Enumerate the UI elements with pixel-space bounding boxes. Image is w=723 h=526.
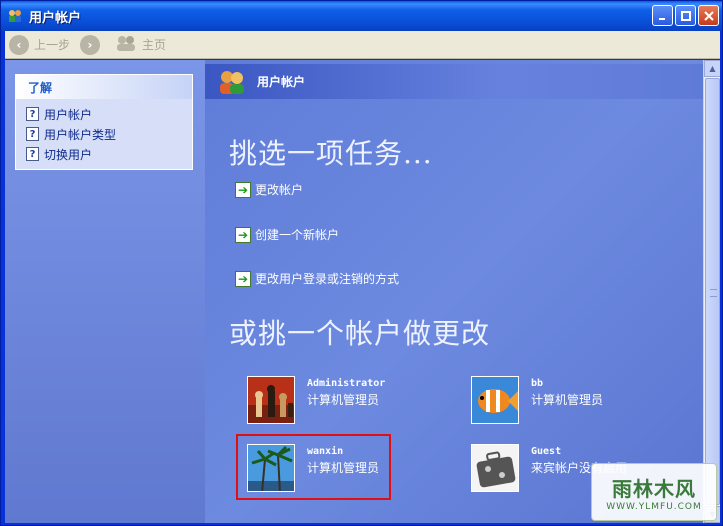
task-label: 更改用户登录或注销的方式 [255,272,400,286]
forward-arrow-icon: › [80,34,101,55]
sidebar-item-label: 用户帐户 [44,107,93,122]
pick-account-heading: 或挑一个帐户做更改 [229,317,491,350]
green-arrow-icon: ➔ [235,226,251,243]
help-icon: ? [26,127,39,141]
help-icon: ? [26,107,39,121]
learn-about-title: 了解 [16,75,192,99]
account-name: bb [531,378,544,389]
content-area: 了解 ? 用户帐户 ? 用户帐户类型 ? 切换用户 用户帐户 挑选一项任务...… [5,60,720,523]
sidebar-item-label: 切换用户 [44,147,93,162]
green-arrow-icon: ➔ [235,270,251,287]
close-icon [703,10,714,21]
sidebar-item-account-types[interactable]: ? 用户帐户类型 [26,124,182,144]
watermark-main-text: 雨林木风 [612,476,696,501]
user-accounts-icon [7,8,23,24]
back-button[interactable]: ‹ 上一步 [9,34,71,55]
user-accounts-window: 用户帐户 ‹ 上一步 › 主页 了解 ? 用户帐户 ? 用户帐户类型 ? 切换用… [0,0,723,526]
home-icon [115,34,137,55]
left-task-pane: 了解 ? 用户帐户 ? 用户帐户类型 ? 切换用户 [5,60,205,523]
task-label: 创建一个新帐户 [255,228,340,242]
grip-icon [710,289,717,297]
account-administrator[interactable]: Administrator 计算机管理员 [247,376,385,424]
selection-highlight [236,434,391,500]
navigation-toolbar: ‹ 上一步 › 主页 [5,31,720,59]
account-name: Guest [531,446,562,457]
task-change-logon[interactable]: ➔ 更改用户登录或注销的方式 [235,270,399,287]
scroll-up-button[interactable]: ▲ [704,60,720,77]
account-role: 计算机管理员 [307,393,380,407]
back-arrow-icon: ‹ [9,34,29,55]
task-label: 更改帐户 [255,183,304,197]
home-label: 主页 [142,38,167,52]
sidebar-item-label: 用户帐户类型 [44,127,117,142]
watermark-url: WWW.YLMFU.COM [606,501,702,512]
home-button[interactable]: 主页 [115,34,166,55]
account-role: 计算机管理员 [531,393,604,407]
close-button[interactable] [698,5,719,26]
learn-about-box: 了解 ? 用户帐户 ? 用户帐户类型 ? 切换用户 [15,74,193,170]
back-label: 上一步 [34,38,71,52]
suitcase-picture [471,444,519,492]
fish-picture [471,376,519,424]
user-accounts-icon [217,69,247,95]
sidebar-item-user-accounts[interactable]: ? 用户帐户 [26,104,182,124]
title-bar[interactable]: 用户帐户 [1,1,722,31]
task-create-account[interactable]: ➔ 创建一个新帐户 [235,226,339,243]
minimize-icon [658,17,665,20]
minimize-button[interactable] [652,5,673,26]
maximize-button[interactable] [675,5,696,26]
window-controls [652,5,719,26]
vertical-scrollbar[interactable]: ▲ ▼ [703,60,720,523]
page-header: 用户帐户 [205,64,703,99]
task-change-account[interactable]: ➔ 更改帐户 [235,181,303,198]
account-bb[interactable]: bb 计算机管理员 [471,376,603,424]
forward-button[interactable]: › [80,34,105,55]
page-title: 用户帐户 [257,75,306,89]
scroll-thumb[interactable] [705,78,720,505]
sidebar-item-switch-user[interactable]: ? 切换用户 [26,144,182,164]
chess-picture [247,376,295,424]
window-title: 用户帐户 [29,10,82,26]
maximize-icon [680,10,691,21]
pick-task-heading: 挑选一项任务... [229,137,433,170]
watermark-logo: 雨林木风 WWW.YLMFU.COM [591,463,717,521]
account-name: Administrator [307,378,386,389]
main-pane: 用户帐户 挑选一项任务... ➔ 更改帐户 ➔ 创建一个新帐户 ➔ 更改用户登录… [205,60,703,523]
green-arrow-icon: ➔ [235,181,251,198]
help-icon: ? [26,147,39,161]
